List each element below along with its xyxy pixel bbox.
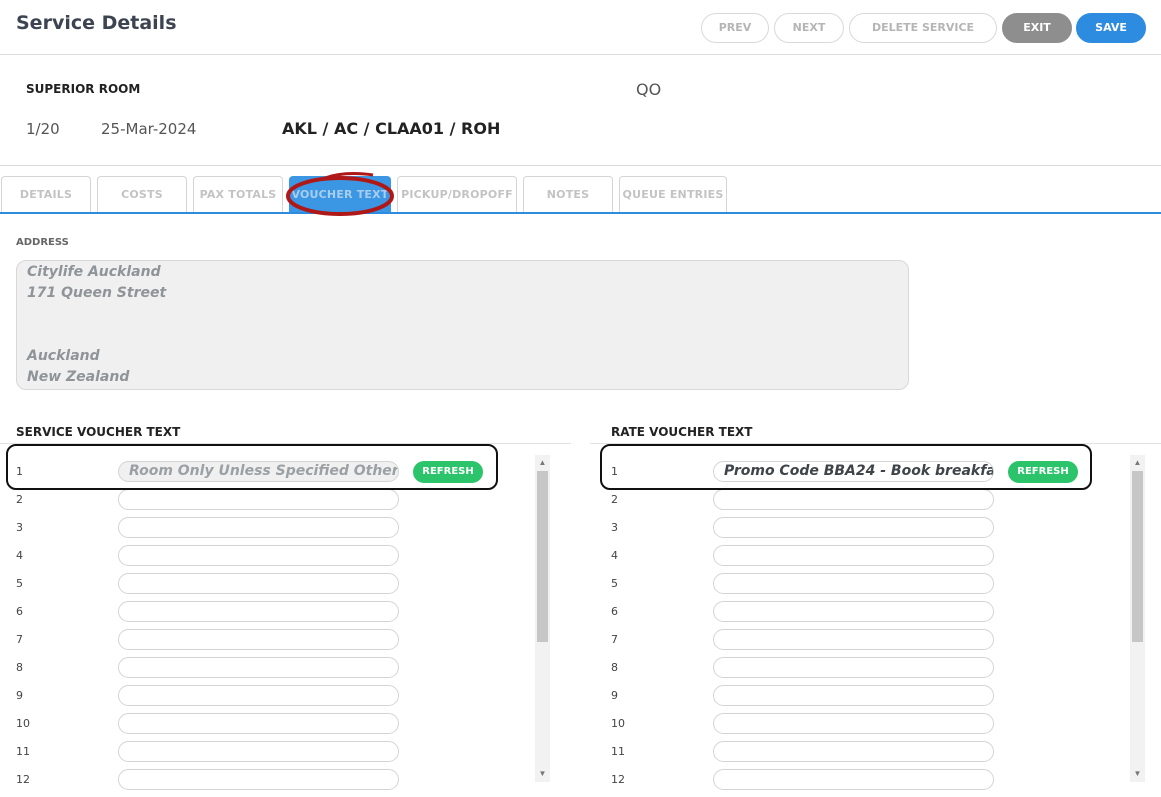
voucher-line-input[interactable] (713, 545, 994, 566)
address-label: ADDRESS (16, 237, 69, 248)
row-number: 12 (16, 773, 30, 786)
row-number: 9 (16, 689, 23, 702)
page-title: Service Details (16, 12, 177, 34)
row-number: 3 (611, 521, 618, 534)
tab-pax-totals[interactable]: PAX TOTALS (193, 176, 283, 213)
voucher-line-input[interactable] (118, 601, 399, 622)
service-path: AKL / AC / CLAA01 / ROH (282, 119, 501, 138)
row-number: 5 (16, 577, 23, 590)
divider (0, 165, 1161, 166)
row-number: 1 (16, 465, 23, 478)
voucher-line-input[interactable] (118, 517, 399, 538)
voucher-line-input[interactable] (118, 713, 399, 734)
service-name: SUPERIOR ROOM (26, 82, 141, 96)
voucher-line-input[interactable] (118, 545, 399, 566)
service-code: QO (636, 80, 662, 99)
service-voucher-title: SERVICE VOUCHER TEXT (16, 425, 181, 439)
voucher-line-input[interactable] (713, 573, 994, 594)
scroll-thumb[interactable] (1132, 471, 1143, 642)
row-number: 2 (611, 493, 618, 506)
row-number: 12 (611, 773, 625, 786)
exit-button[interactable]: EXIT (1002, 13, 1072, 43)
service-scrollbar[interactable]: ▲ ▼ (535, 455, 550, 782)
voucher-line-input[interactable] (713, 769, 994, 790)
row-number: 9 (611, 689, 618, 702)
row-number: 11 (611, 745, 625, 758)
row-number: 4 (16, 549, 23, 562)
rate-scrollbar[interactable]: ▲ ▼ (1130, 455, 1145, 782)
address-line: New Zealand (27, 369, 130, 385)
rate-refresh-button[interactable]: REFRESH (1008, 461, 1078, 483)
voucher-line-input[interactable] (713, 489, 994, 510)
voucher-line-input[interactable] (713, 741, 994, 762)
scroll-down-icon[interactable]: ▼ (535, 768, 550, 780)
prev-button[interactable]: PREV (701, 13, 769, 43)
address-line: Auckland (27, 348, 100, 364)
row-number: 10 (611, 717, 625, 730)
voucher-line-input[interactable] (713, 629, 994, 650)
save-button[interactable]: SAVE (1076, 13, 1146, 43)
tab-costs[interactable]: COSTS (97, 176, 187, 213)
voucher-line-input[interactable] (118, 629, 399, 650)
divider (590, 443, 1161, 444)
voucher-line-input[interactable]: Room Only Unless Specified Otherwise (118, 461, 399, 482)
delete-service-button[interactable]: DELETE SERVICE (849, 13, 997, 43)
row-number: 2 (16, 493, 23, 506)
row-number: 10 (16, 717, 30, 730)
next-button[interactable]: NEXT (774, 13, 844, 43)
tab-pickup-dropoff[interactable]: PICKUP/DROPOFF (397, 176, 517, 213)
voucher-line-input[interactable] (118, 489, 399, 510)
scroll-down-icon[interactable]: ▼ (1130, 768, 1145, 780)
voucher-line-input[interactable] (118, 657, 399, 678)
service-count: 1/20 (26, 120, 60, 138)
voucher-line-input[interactable] (713, 713, 994, 734)
voucher-line-input[interactable] (713, 601, 994, 622)
row-number: 3 (16, 521, 23, 534)
voucher-line-input[interactable]: Promo Code BBA24 - Book breakfast in a (713, 461, 994, 482)
address-line: 171 Queen Street (27, 285, 167, 301)
voucher-line-input[interactable] (713, 685, 994, 706)
tab-queue-entries[interactable]: QUEUE ENTRIES (619, 176, 727, 213)
row-number: 11 (16, 745, 30, 758)
scroll-up-icon[interactable]: ▲ (1130, 457, 1145, 469)
tab-voucher-text[interactable]: VOUCHER TEXT (289, 176, 391, 213)
voucher-line-input[interactable] (118, 573, 399, 594)
service-date: 25-Mar-2024 (101, 120, 197, 138)
rate-voucher-title: RATE VOUCHER TEXT (611, 425, 753, 439)
service-refresh-button[interactable]: REFRESH (413, 461, 483, 483)
address-line: Citylife Auckland (27, 264, 161, 280)
row-number: 4 (611, 549, 618, 562)
row-number: 6 (611, 605, 618, 618)
tab-underline (0, 212, 1161, 214)
row-number: 8 (16, 661, 23, 674)
voucher-line-input[interactable] (118, 741, 399, 762)
divider (0, 443, 571, 444)
scroll-up-icon[interactable]: ▲ (535, 457, 550, 469)
row-number: 6 (16, 605, 23, 618)
row-number: 5 (611, 577, 618, 590)
voucher-line-input[interactable] (713, 657, 994, 678)
voucher-line-input[interactable] (713, 517, 994, 538)
row-number: 8 (611, 661, 618, 674)
voucher-line-input[interactable] (118, 769, 399, 790)
row-number: 7 (16, 633, 23, 646)
tab-details[interactable]: DETAILS (1, 176, 91, 213)
row-number: 7 (611, 633, 618, 646)
voucher-line-input[interactable] (118, 685, 399, 706)
tab-notes[interactable]: NOTES (523, 176, 613, 213)
scroll-thumb[interactable] (537, 471, 548, 642)
row-number: 1 (611, 465, 618, 478)
